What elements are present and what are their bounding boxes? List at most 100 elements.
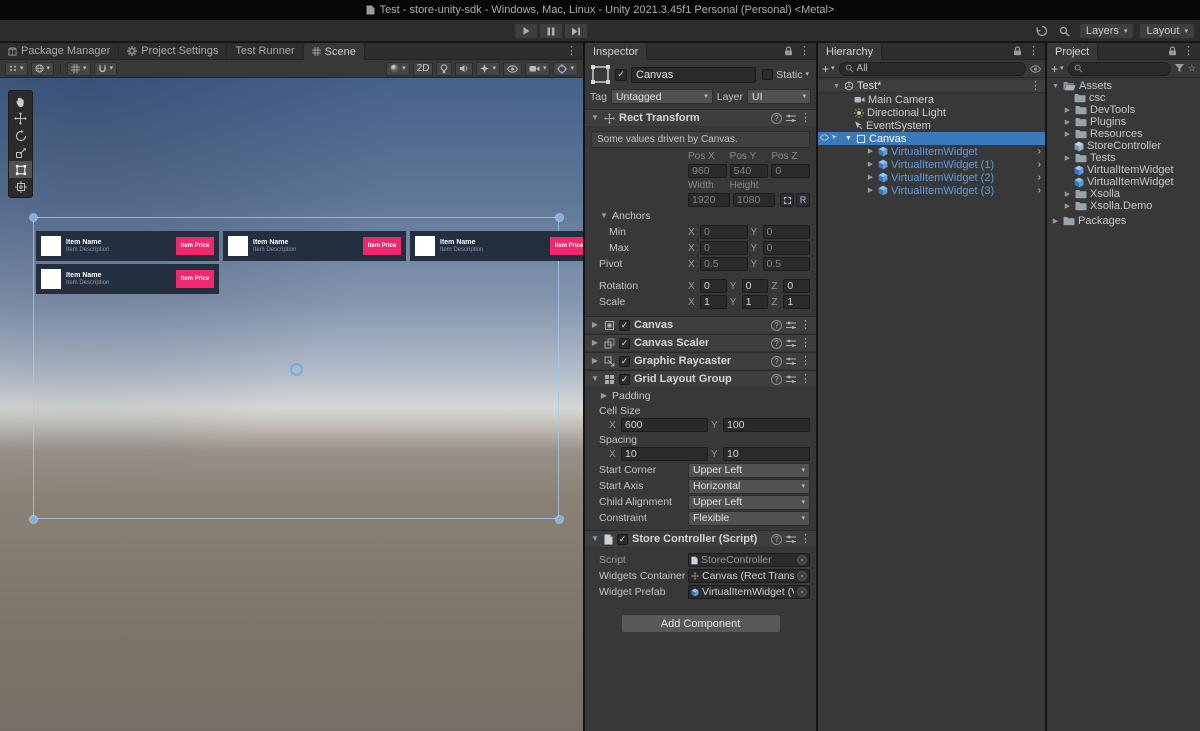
virtual-item-widget[interactable]: Item Name Item Description Item Price [36, 264, 219, 294]
hierarchy-item-virtualitemwidget-2[interactable]: ▶ VirtualItemWidget (2) › [818, 171, 1045, 184]
virtual-item-widget[interactable]: Item Name Item Description Item Price [223, 231, 406, 261]
pivot-gizmo[interactable] [290, 363, 303, 376]
help-icon[interactable]: ? [771, 338, 782, 349]
foldout-icon[interactable]: ▼ [590, 114, 600, 122]
panel-menu-icon[interactable]: ⋮ [1028, 46, 1039, 57]
scale-z-field[interactable]: 1 [783, 295, 810, 309]
selection-handle[interactable] [30, 214, 37, 221]
spacing-y-field[interactable]: 10 [723, 447, 810, 461]
foldout-icon[interactable]: ▶ [1063, 155, 1072, 162]
project-folder-assets[interactable]: ▼ Assets [1047, 80, 1200, 92]
component-header-grid-layout-group[interactable]: ▼ ✓ Grid Layout Group ? ⋮ [585, 370, 816, 388]
visibility-toggle-icon[interactable] [820, 134, 829, 141]
help-icon[interactable]: ? [771, 320, 782, 331]
tab-scene[interactable]: Scene [304, 43, 365, 60]
pivot-x-field[interactable]: 0.5 [700, 257, 748, 271]
foldout-icon[interactable]: ▶ [866, 187, 875, 194]
anchor-min-y-field[interactable]: 0 [763, 225, 811, 239]
selection-handle[interactable] [556, 516, 563, 523]
lock-icon[interactable] [1168, 46, 1177, 56]
virtual-item-widget[interactable]: Item Name Item Description Item Price [36, 231, 219, 261]
blueprint-mode-button[interactable] [780, 193, 794, 207]
hierarchy-item-virtualitemwidget-1[interactable]: ▶ VirtualItemWidget (1) › [818, 158, 1045, 171]
start-corner-dropdown[interactable]: Upper Left▾ [688, 463, 810, 478]
search-filter-icon[interactable] [1175, 64, 1184, 73]
project-folder-plugins[interactable]: ▶ Plugins [1047, 116, 1200, 128]
width-field[interactable]: 1920 [688, 193, 730, 207]
component-menu-icon[interactable]: ⋮ [800, 374, 811, 385]
virtual-item-widget[interactable]: Item Name Item Description Item Price [410, 231, 583, 261]
child-alignment-dropdown[interactable]: Upper Left▾ [688, 495, 810, 510]
widgets-container-object-field[interactable]: Canvas (Rect Transfor [688, 569, 810, 583]
create-object-button[interactable]: +▾ [822, 63, 835, 75]
foldout-icon[interactable]: ▼ [590, 375, 600, 383]
add-component-button[interactable]: Add Component [621, 614, 781, 633]
static-dropdown[interactable]: Static ▾ [760, 69, 811, 81]
component-menu-icon[interactable]: ⋮ [800, 320, 811, 331]
lighting-toggle-button[interactable] [436, 62, 452, 76]
hierarchy-item-directional-light[interactable]: Directional Light [818, 106, 1045, 119]
favorites-star-icon[interactable]: ☆ [1188, 64, 1196, 73]
spacing-x-field[interactable]: 10 [621, 447, 708, 461]
project-folder-xsolla-demo[interactable]: ▶ Xsolla.Demo [1047, 200, 1200, 212]
enabled-checkbox[interactable]: ✓ [619, 374, 630, 385]
scale-y-field[interactable]: 1 [742, 295, 769, 309]
lock-icon[interactable] [1013, 46, 1022, 56]
camera-settings-dropdown[interactable]: ▾ [525, 62, 551, 76]
foldout-icon[interactable]: ▶ [1063, 107, 1072, 114]
hierarchy-item-canvas[interactable]: ▼ Canvas [818, 132, 1045, 145]
foldout-icon[interactable]: ▼ [1051, 83, 1060, 90]
object-picker-icon[interactable] [797, 571, 807, 581]
foldout-icon[interactable]: ▶ [1051, 218, 1060, 225]
foldout-icon[interactable]: ▶ [599, 392, 609, 400]
enabled-checkbox[interactable]: ✓ [617, 534, 628, 545]
pos-z-field[interactable]: 0 [771, 164, 810, 178]
tab-test-runner[interactable]: Test Runner [227, 43, 303, 59]
search-button[interactable] [1056, 23, 1074, 39]
script-object-field[interactable]: StoreController [688, 553, 810, 567]
pickability-toggle-icon[interactable] [831, 134, 838, 141]
grid-snapping-dropdown[interactable]: ▾ [67, 62, 91, 76]
rotate-tool-button[interactable] [9, 127, 32, 144]
component-menu-icon[interactable]: ⋮ [800, 356, 811, 367]
selection-handle[interactable] [556, 214, 563, 221]
object-name-field[interactable]: Canvas [631, 67, 756, 83]
help-icon[interactable]: ? [771, 113, 782, 124]
hierarchy-item-virtualitemwidget-3[interactable]: ▶ VirtualItemWidget (3) › [818, 184, 1045, 197]
presets-icon[interactable] [786, 375, 796, 384]
transform-tool-button[interactable] [9, 178, 32, 195]
foldout-icon[interactable]: ▶ [590, 321, 600, 329]
scene-viewport[interactable]: Item Name Item Description Item Price It… [0, 78, 583, 731]
foldout-icon[interactable]: ▶ [1063, 191, 1072, 198]
hierarchy-item-main-camera[interactable]: Main Camera [818, 93, 1045, 106]
scale-tool-button[interactable] [9, 144, 32, 161]
foldout-icon[interactable]: ▶ [590, 357, 600, 365]
help-icon[interactable]: ? [771, 356, 782, 367]
panel-menu-icon[interactable]: ⋮ [799, 46, 810, 57]
raw-edit-mode-button[interactable]: R [796, 193, 810, 207]
presets-icon[interactable] [786, 535, 796, 544]
visibility-filter-icon[interactable] [1030, 65, 1041, 73]
item-price-button[interactable]: Item Price [176, 270, 214, 288]
play-button[interactable] [514, 23, 538, 39]
snap-settings-dropdown[interactable]: ▾ [94, 62, 118, 76]
project-asset-storecontroller[interactable]: StoreController [1047, 140, 1200, 152]
project-search-input[interactable] [1068, 62, 1171, 76]
component-header-graphic-raycaster[interactable]: ▶ ✓ Graphic Raycaster ? ⋮ [585, 352, 816, 370]
component-menu-icon[interactable]: ⋮ [800, 113, 811, 124]
component-header-store-controller[interactable]: ▼ ✓ Store Controller (Script) ? ⋮ [585, 530, 816, 548]
anchors-foldout-row[interactable]: ▼ Anchors [585, 208, 816, 224]
presets-icon[interactable] [786, 339, 796, 348]
tab-hierarchy[interactable]: Hierarchy [818, 43, 882, 60]
pos-y-field[interactable]: 540 [730, 164, 769, 178]
static-checkbox[interactable] [762, 69, 773, 80]
scene-menu-icon[interactable]: ⋮ [1030, 81, 1041, 92]
layout-dropdown[interactable]: Layout▾ [1139, 23, 1195, 39]
presets-icon[interactable] [786, 321, 796, 330]
project-asset-virtualitemwidget[interactable]: VirtualItemWidget [1047, 164, 1200, 176]
component-menu-icon[interactable]: ⋮ [800, 338, 811, 349]
help-icon[interactable]: ? [771, 534, 782, 545]
scene-visibility-toggle[interactable] [503, 62, 522, 76]
start-axis-dropdown[interactable]: Horizontal▾ [688, 479, 810, 494]
enabled-checkbox[interactable]: ✓ [619, 356, 630, 367]
